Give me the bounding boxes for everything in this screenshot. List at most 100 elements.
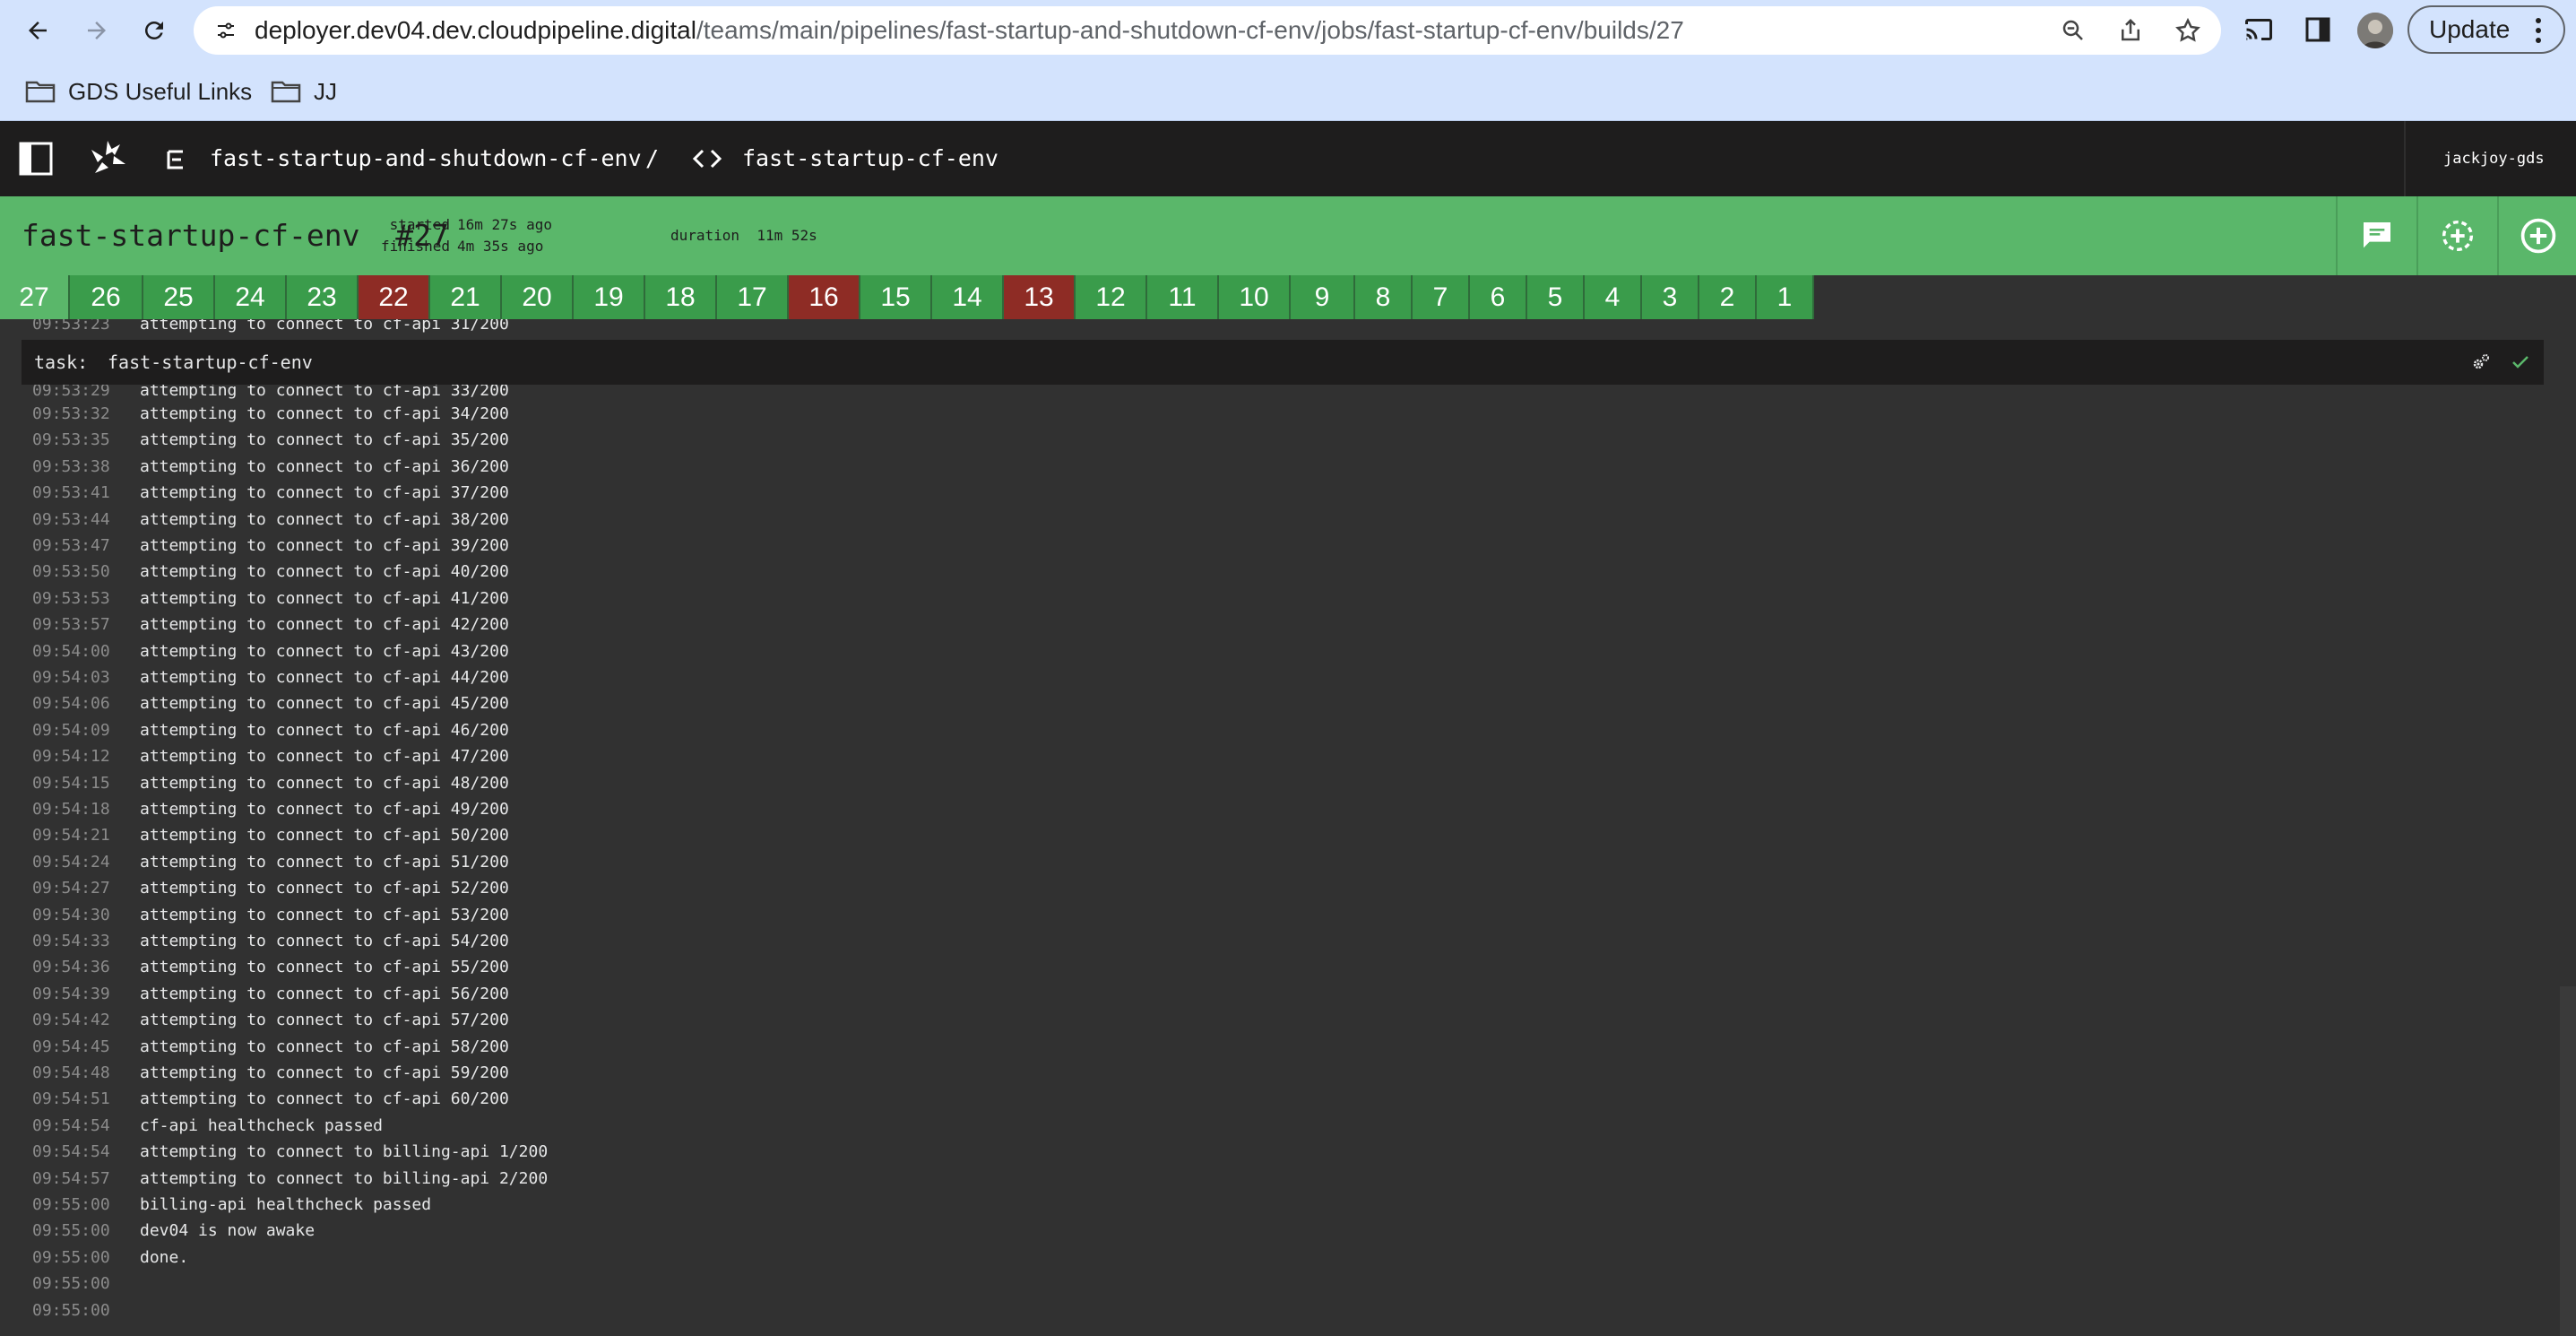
concourse-logo-icon[interactable] — [86, 137, 129, 180]
log-line: 09:53:50 attempting to connect to cf-api … — [32, 559, 509, 585]
build-tab-13[interactable]: 13 — [1004, 275, 1076, 319]
log-line: 09:55:00 — [32, 1271, 140, 1297]
build-tab-27[interactable]: 27 — [0, 275, 70, 319]
log-line: 09:54:45 attempting to connect to cf-api … — [32, 1034, 509, 1060]
log-timestamp: 09:53:53 — [32, 589, 110, 608]
log-line: 09:54:18 attempting to connect to cf-api … — [32, 796, 509, 822]
log-timestamp: 09:54:45 — [32, 1037, 110, 1056]
update-label: Update — [2429, 15, 2511, 43]
build-tab-14[interactable]: 14 — [932, 275, 1004, 319]
build-tab-9[interactable]: 9 — [1291, 275, 1355, 319]
log-line: 09:54:09 attempting to connect to cf-api … — [32, 717, 509, 743]
arrow-right-icon — [88, 22, 106, 39]
breadcrumb-job[interactable]: fast-startup-cf-env — [742, 121, 998, 196]
log-timestamp: 09:55:00 — [32, 1221, 110, 1240]
log-timestamp: 09:54:03 — [32, 668, 110, 687]
build-times: started 16m 27s ago finished 4m 35s ago — [367, 214, 552, 257]
build-tab-2[interactable]: 2 — [1699, 275, 1757, 319]
log-scrollbar[interactable] — [2560, 986, 2576, 1336]
side-panel-icon[interactable] — [2302, 13, 2334, 46]
build-tab-18[interactable]: 18 — [645, 275, 717, 319]
log-line: 09:54:06 attempting to connect to cf-api … — [32, 690, 509, 716]
sidebar-toggle-icon[interactable] — [18, 141, 54, 177]
build-tab-3[interactable]: 3 — [1642, 275, 1699, 319]
build-tab-21[interactable]: 21 — [430, 275, 502, 319]
comment-button[interactable] — [2336, 196, 2416, 275]
bookmark-star-icon[interactable] — [2174, 17, 2201, 44]
build-tab-5[interactable]: 5 — [1527, 275, 1585, 319]
build-tab-24[interactable]: 24 — [215, 275, 287, 319]
log-timestamp: 09:54:33 — [32, 932, 110, 950]
cast-icon[interactable] — [2243, 13, 2275, 46]
build-tab-20[interactable]: 20 — [502, 275, 574, 319]
trigger-build-button[interactable] — [2497, 196, 2576, 275]
log-timestamp: 09:54:09 — [32, 721, 110, 740]
log-text: attempting to connect to cf-api 31/200 — [140, 319, 509, 334]
build-tab-6[interactable]: 6 — [1470, 275, 1527, 319]
build-tab-26[interactable]: 26 — [70, 275, 143, 319]
build-tab-23[interactable]: 23 — [287, 275, 359, 319]
user-divider — [2404, 121, 2406, 196]
arrow-left-icon — [29, 22, 47, 39]
log-line: 09:54:39 attempting to connect to cf-api … — [32, 981, 509, 1007]
finished-value: 4m 35s ago — [457, 238, 544, 255]
log-line: 09:54:03 attempting to connect to cf-api … — [32, 664, 509, 690]
build-tab-1[interactable]: 1 — [1757, 275, 1814, 319]
build-tab-15[interactable]: 15 — [860, 275, 932, 319]
log-timestamp: 09:54:42 — [32, 1011, 110, 1029]
log-text: attempting to connect to cf-api 50/200 — [140, 826, 509, 845]
log-text: attempting to connect to cf-api 44/200 — [140, 668, 509, 687]
log-timestamp: 09:54:30 — [32, 906, 110, 924]
log-line: 09:53:41 attempting to connect to cf-api … — [32, 480, 509, 506]
reload-button[interactable] — [136, 13, 172, 48]
log-timestamp: 09:53:35 — [32, 430, 110, 449]
build-tab-11[interactable]: 11 — [1147, 275, 1219, 319]
log-text: dev04 is now awake — [140, 1221, 316, 1240]
more-menu-icon[interactable] — [2533, 14, 2544, 47]
log-text: attempting to connect to cf-api 60/200 — [140, 1089, 509, 1108]
log-timestamp: 09:54:54 — [32, 1116, 110, 1135]
rerun-button[interactable] — [2416, 196, 2497, 275]
update-button[interactable]: Update — [2407, 5, 2565, 54]
reload-icon — [144, 21, 163, 39]
log-timestamp: 09:53:23 — [32, 319, 110, 334]
build-tab-10[interactable]: 10 — [1219, 275, 1291, 319]
log-line: 09:54:57 attempting to connect to billing… — [32, 1166, 548, 1192]
build-tab-25[interactable]: 25 — [143, 275, 215, 319]
tune-icon[interactable] — [215, 20, 237, 41]
build-tab-16[interactable]: 16 — [789, 275, 860, 319]
log-text: attempting to connect to cf-api 48/200 — [140, 774, 509, 793]
build-tab-17[interactable]: 17 — [717, 275, 789, 319]
build-log: 09:53:23 attempting to connect to cf-api … — [0, 319, 2576, 1336]
build-tab-19[interactable]: 19 — [574, 275, 645, 319]
build-tab-4[interactable]: 4 — [1585, 275, 1642, 319]
profile-avatar[interactable] — [2357, 13, 2393, 48]
breadcrumb-pipeline[interactable]: fast-startup-and-shutdown-cf-env — [210, 121, 642, 196]
address-bar[interactable]: deployer.dev04.dev.cloudpipeline.digital… — [194, 6, 2221, 55]
log-text: attempting to connect to cf-api 41/200 — [140, 589, 509, 608]
log-text: attempting to connect to cf-api 53/200 — [140, 906, 509, 924]
log-timestamp: 09:54:15 — [32, 774, 110, 793]
log-text: attempting to connect to cf-api 35/200 — [140, 430, 509, 449]
log-timestamp: 09:54:51 — [32, 1089, 110, 1108]
build-tab-12[interactable]: 12 — [1076, 275, 1147, 319]
build-tab-7[interactable]: 7 — [1413, 275, 1470, 319]
task-header[interactable]: task: fast-startup-cf-env — [22, 340, 2544, 385]
bookmark-folder-jj[interactable]: JJ — [271, 63, 337, 120]
back-button[interactable] — [20, 13, 56, 48]
pipeline-icon — [167, 150, 183, 169]
bookmark-folder-gds[interactable]: GDS Useful Links — [25, 63, 252, 120]
task-name: fast-startup-cf-env — [108, 351, 313, 373]
build-tab-8[interactable]: 8 — [1355, 275, 1413, 319]
forward-button[interactable] — [79, 13, 115, 48]
log-line: 09:54:21 attempting to connect to cf-api … — [32, 822, 509, 848]
log-line: 09:54:27 attempting to connect to cf-api … — [32, 875, 509, 901]
build-tab-22[interactable]: 22 — [359, 275, 430, 319]
folder-icon — [271, 81, 301, 103]
zoom-icon[interactable] — [2060, 17, 2087, 44]
log-line: 09:54:54 cf-api healthcheck passed — [32, 1113, 383, 1139]
share-icon[interactable] — [2117, 17, 2144, 44]
job-icon — [692, 149, 722, 169]
user-menu[interactable]: jackjoy-gds — [2443, 121, 2545, 196]
browser-toolbar: deployer.dev04.dev.cloudpipeline.digital… — [0, 0, 2576, 63]
